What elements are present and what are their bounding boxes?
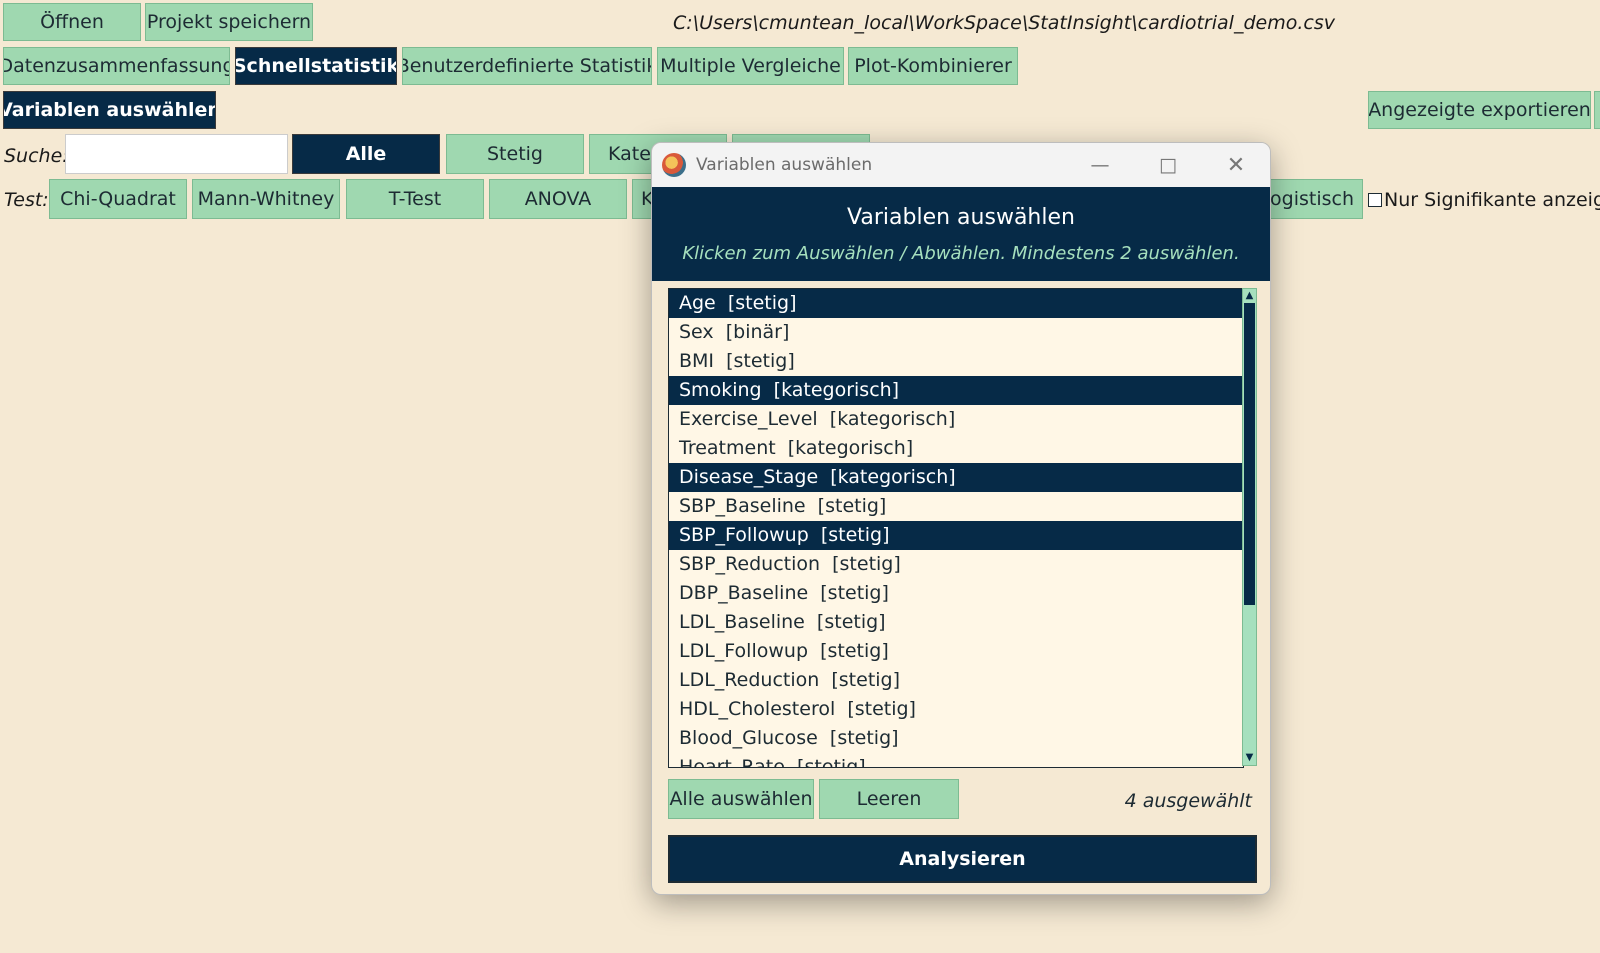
clear-button[interactable]: Leeren <box>819 779 959 819</box>
tab-benutzerdefinierte-statistik[interactable]: Benutzerdefinierte Statistik <box>402 47 652 85</box>
search-input[interactable] <box>65 134 288 174</box>
list-item[interactable]: DBP_Baseline [stetig] <box>669 579 1243 608</box>
dialog-header: Variablen auswählen Klicken zum Auswähle… <box>652 187 1270 281</box>
test-t-test-button[interactable]: T-Test <box>346 179 484 219</box>
close-icon[interactable]: ✕ <box>1202 143 1270 187</box>
only-significant-checkbox[interactable] <box>1368 193 1382 207</box>
tab-multiple-vergleiche[interactable]: Multiple Vergleiche <box>657 47 844 85</box>
test-anova-button[interactable]: ANOVA <box>489 179 627 219</box>
list-item[interactable]: HDL_Cholesterol [stetig] <box>669 695 1243 724</box>
file-path: C:\Users\cmuntean_local\WorkSpace\StatIn… <box>673 12 1335 34</box>
list-item[interactable]: LDL_Reduction [stetig] <box>669 666 1243 695</box>
scroll-thumb[interactable] <box>1244 303 1255 605</box>
list-item[interactable]: Treatment [kategorisch] <box>669 434 1243 463</box>
test-label: Test: <box>4 189 49 211</box>
tab-plot-kombinierer[interactable]: Plot-Kombinierer <box>848 47 1018 85</box>
filter-stetig-button[interactable]: Stetig <box>446 134 584 174</box>
test-mann-whitney-button[interactable]: Mann-Whitney <box>192 179 340 219</box>
dialog-window-title: Variablen auswählen <box>696 155 873 175</box>
scroll-up-icon[interactable]: ▲ <box>1243 289 1256 303</box>
analyze-button[interactable]: Analysieren <box>668 835 1257 883</box>
list-item[interactable]: SBP_Followup [stetig] <box>669 521 1243 550</box>
list-item[interactable]: Exercise_Level [kategorisch] <box>669 405 1243 434</box>
test-chi-quadrat-button[interactable]: Chi-Quadrat <box>49 179 187 219</box>
list-item[interactable]: BMI [stetig] <box>669 347 1243 376</box>
select-all-button[interactable]: Alle auswählen <box>668 779 814 819</box>
list-item[interactable]: LDL_Baseline [stetig] <box>669 608 1243 637</box>
list-item[interactable]: Disease_Stage [kategorisch] <box>669 463 1243 492</box>
selected-count: 4 ausgewählt <box>1124 790 1252 812</box>
list-item[interactable]: Heart_Rate [stetig] <box>669 753 1243 767</box>
filter-alle-button[interactable]: Alle <box>292 134 440 174</box>
list-item[interactable]: SBP_Reduction [stetig] <box>669 550 1243 579</box>
list-item[interactable]: LDL_Followup [stetig] <box>669 637 1243 666</box>
dialog-heading: Variablen auswählen <box>847 205 1075 230</box>
app-icon <box>662 153 686 177</box>
list-item[interactable]: SBP_Baseline [stetig] <box>669 492 1243 521</box>
tab-datenzusammenfassung[interactable]: Datenzusammenfassung <box>3 47 230 85</box>
maximize-icon[interactable]: □ <box>1134 143 1202 187</box>
only-significant-label: Nur Signifikante anzeiger <box>1384 189 1600 211</box>
select-variables-dialog: Variablen auswählen — □ ✕ Variablen ausw… <box>651 142 1271 895</box>
export-displayed-button[interactable]: Angezeigte exportieren <box>1368 91 1591 129</box>
scroll-down-icon[interactable]: ▼ <box>1243 751 1256 765</box>
variable-listbox[interactable]: Age [stetig] Sex [binär] BMI [stetig] Smoki… <box>668 288 1244 768</box>
select-variables-button[interactable]: Variablen auswählen <box>3 91 216 129</box>
list-item[interactable]: Sex [binär] <box>669 318 1243 347</box>
open-button[interactable]: Öffnen <box>3 3 141 41</box>
list-item[interactable]: Age [stetig] <box>669 289 1243 318</box>
toolbar-overflow-button[interactable] <box>1594 91 1600 129</box>
search-label: Suche: <box>4 145 69 167</box>
dialog-subheading: Klicken zum Auswählen / Abwählen. Mindes… <box>682 243 1240 264</box>
listbox-scrollbar[interactable]: ▲ ▼ <box>1242 288 1257 766</box>
save-project-button[interactable]: Projekt speichern <box>145 3 313 41</box>
dialog-titlebar[interactable]: Variablen auswählen — □ ✕ <box>652 143 1270 187</box>
tab-schnellstatistik[interactable]: Schnellstatistik <box>235 47 397 85</box>
list-item[interactable]: Smoking [kategorisch] <box>669 376 1243 405</box>
minimize-icon[interactable]: — <box>1066 143 1134 187</box>
list-item[interactable]: Blood_Glucose [stetig] <box>669 724 1243 753</box>
